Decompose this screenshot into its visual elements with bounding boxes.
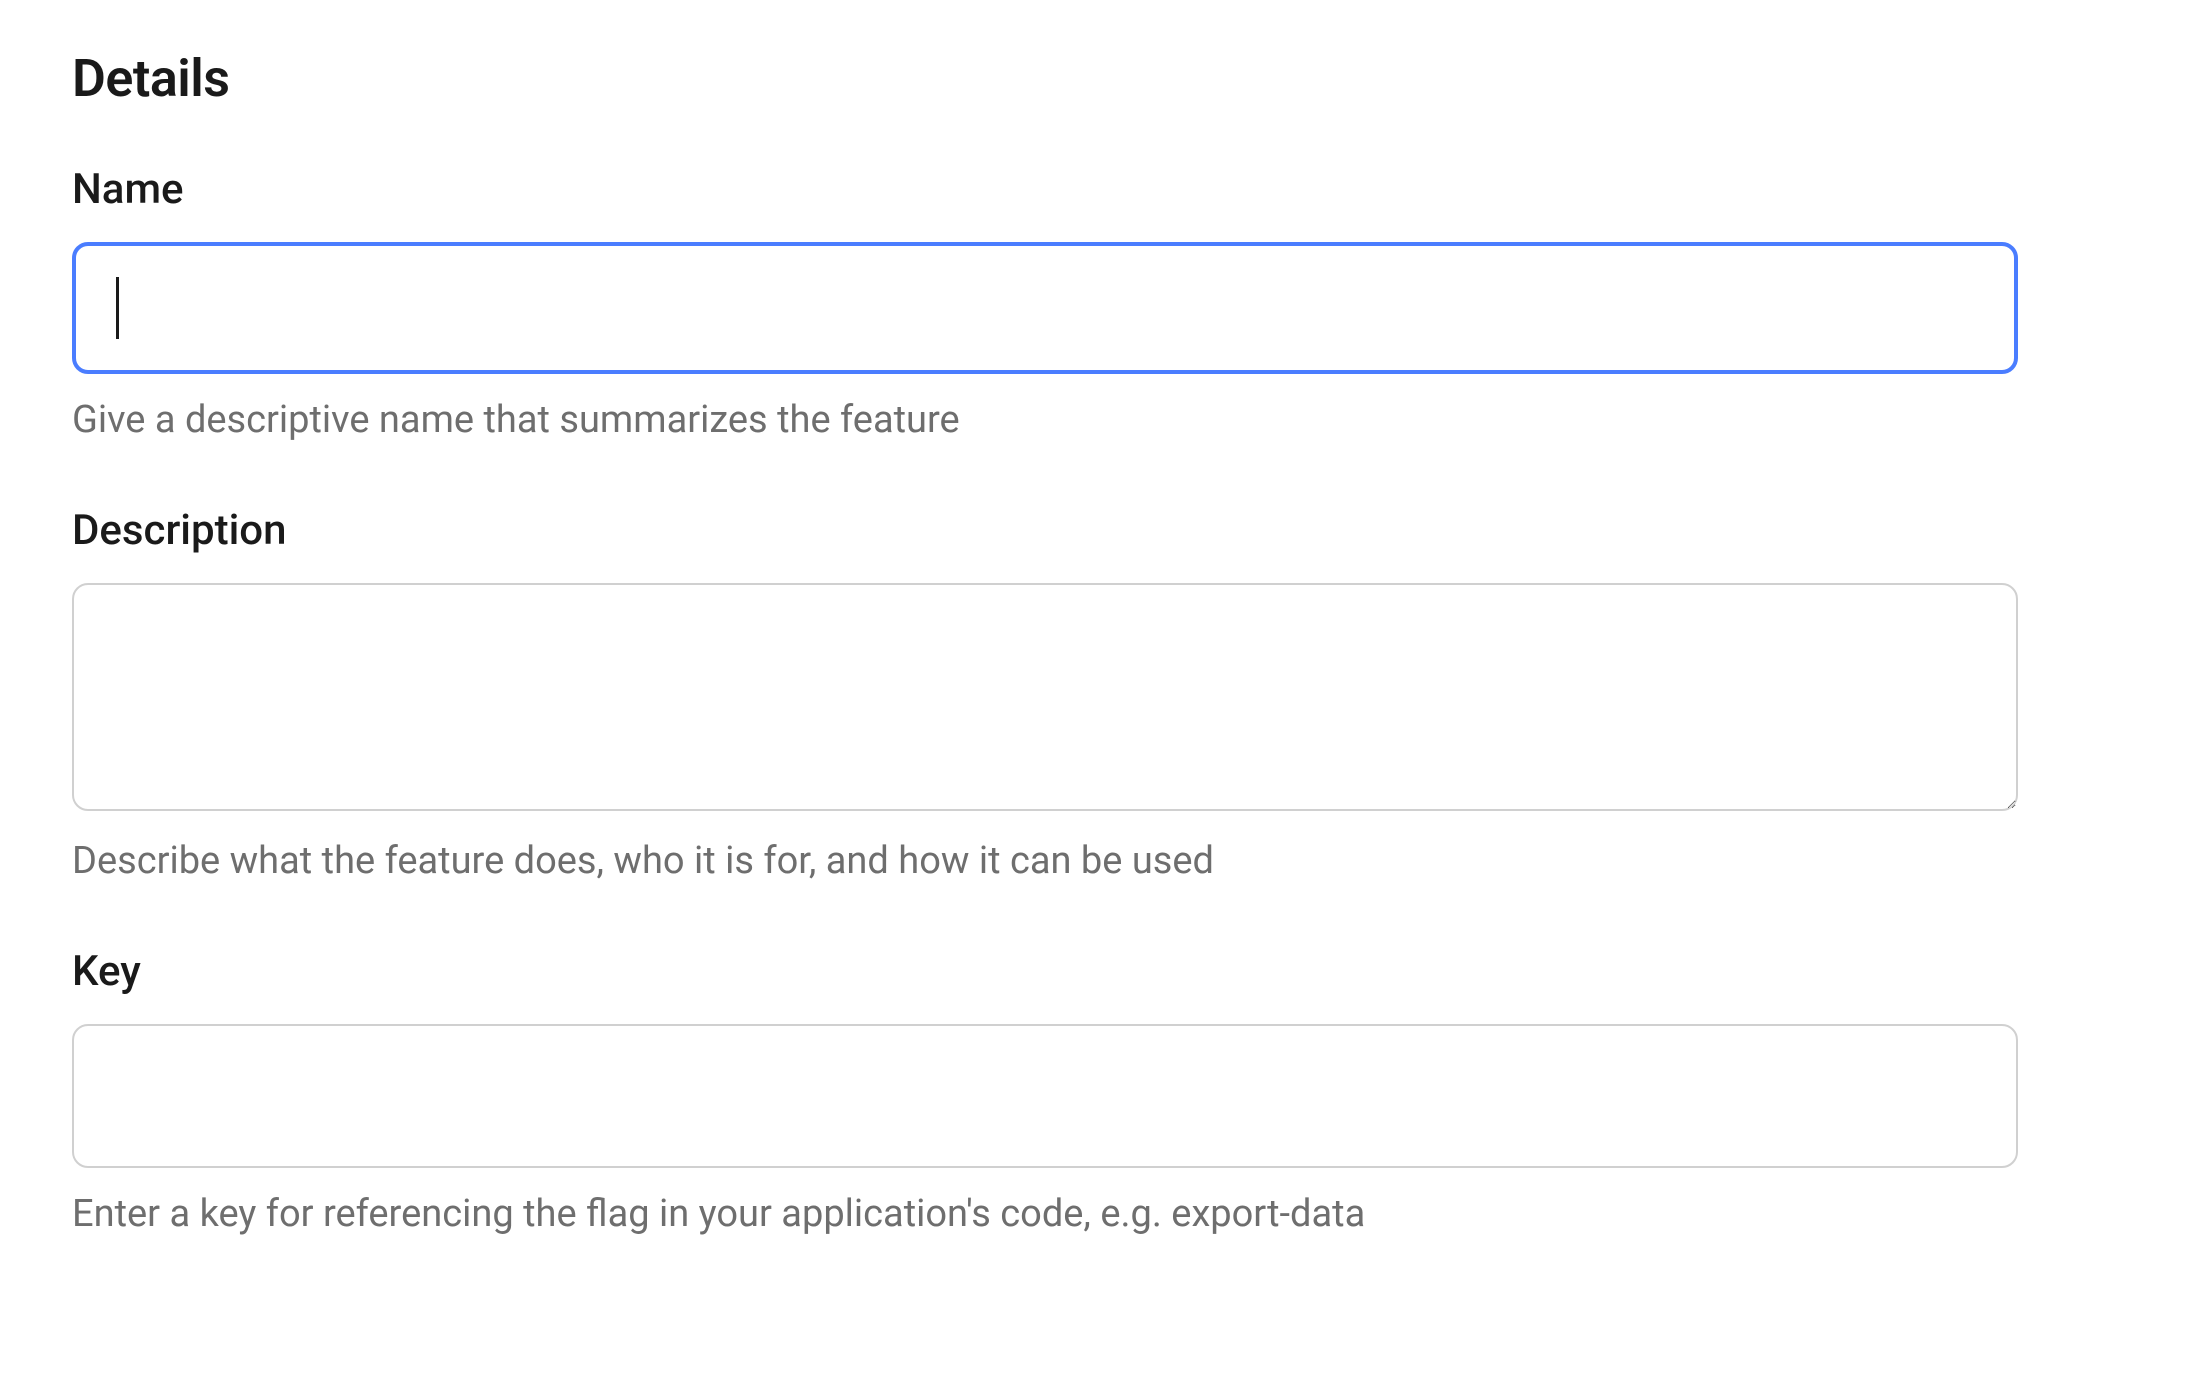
name-help-text: Give a descriptive name that summarizes … (72, 398, 2008, 442)
description-field-group: Description Describe what the feature do… (72, 506, 2008, 883)
description-label: Description (72, 506, 2008, 555)
key-label: Key (72, 947, 2008, 996)
key-input[interactable] (72, 1024, 2018, 1168)
name-field-group: Name Give a descriptive name that summar… (72, 165, 2008, 442)
key-field-group: Key Enter a key for referencing the flag… (72, 947, 2008, 1236)
description-input[interactable] (72, 583, 2018, 811)
key-help-text: Enter a key for referencing the flag in … (72, 1192, 2008, 1236)
details-form: Details Name Give a descriptive name tha… (0, 0, 2080, 1372)
name-input[interactable] (72, 242, 2018, 374)
description-help-text: Describe what the feature does, who it i… (72, 839, 2008, 883)
name-label: Name (72, 165, 2008, 214)
section-heading: Details (72, 48, 2008, 109)
name-input-wrapper (72, 242, 2018, 374)
